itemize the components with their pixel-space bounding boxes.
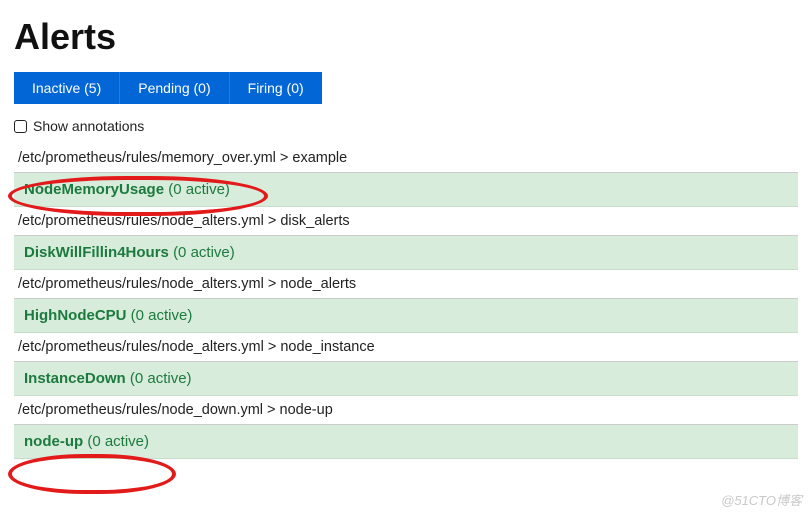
- alert-row[interactable]: NodeMemoryUsage (0 active): [14, 173, 798, 207]
- alert-row[interactable]: DiskWillFillin4Hours (0 active): [14, 236, 798, 270]
- alert-active-count: (0 active): [87, 433, 149, 450]
- tab-inactive[interactable]: Inactive (5): [14, 72, 119, 104]
- page-title: Alerts: [14, 16, 798, 58]
- alert-name: DiskWillFillin4Hours: [24, 244, 169, 261]
- show-annotations-label: Show annotations: [33, 118, 144, 134]
- rule-group-header: /etc/prometheus/rules/node_alters.yml > …: [14, 333, 798, 362]
- tab-firing[interactable]: Firing (0): [229, 72, 322, 104]
- alert-active-count: (0 active): [173, 244, 235, 261]
- show-annotations-toggle[interactable]: Show annotations: [14, 118, 798, 134]
- status-tabs: Inactive (5) Pending (0) Firing (0): [14, 72, 798, 104]
- watermark: @51CTO博客: [721, 490, 802, 509]
- alert-name: NodeMemoryUsage: [24, 181, 164, 198]
- rule-group-header: /etc/prometheus/rules/memory_over.yml > …: [14, 144, 798, 173]
- annotation-circle: [8, 454, 176, 494]
- alert-active-count: (0 active): [131, 307, 193, 324]
- checkbox-icon: [14, 120, 27, 133]
- alert-row[interactable]: node-up (0 active): [14, 425, 798, 459]
- alert-active-count: (0 active): [130, 370, 192, 387]
- rule-group-header: /etc/prometheus/rules/node_down.yml > no…: [14, 396, 798, 425]
- alert-name: InstanceDown: [24, 370, 126, 387]
- alert-row[interactable]: InstanceDown (0 active): [14, 362, 798, 396]
- alert-active-count: (0 active): [168, 181, 230, 198]
- alert-name: node-up: [24, 433, 83, 450]
- rule-group-header: /etc/prometheus/rules/node_alters.yml > …: [14, 270, 798, 299]
- alert-row[interactable]: HighNodeCPU (0 active): [14, 299, 798, 333]
- rule-group-header: /etc/prometheus/rules/node_alters.yml > …: [14, 207, 798, 236]
- alert-name: HighNodeCPU: [24, 307, 127, 324]
- tab-pending[interactable]: Pending (0): [119, 72, 228, 104]
